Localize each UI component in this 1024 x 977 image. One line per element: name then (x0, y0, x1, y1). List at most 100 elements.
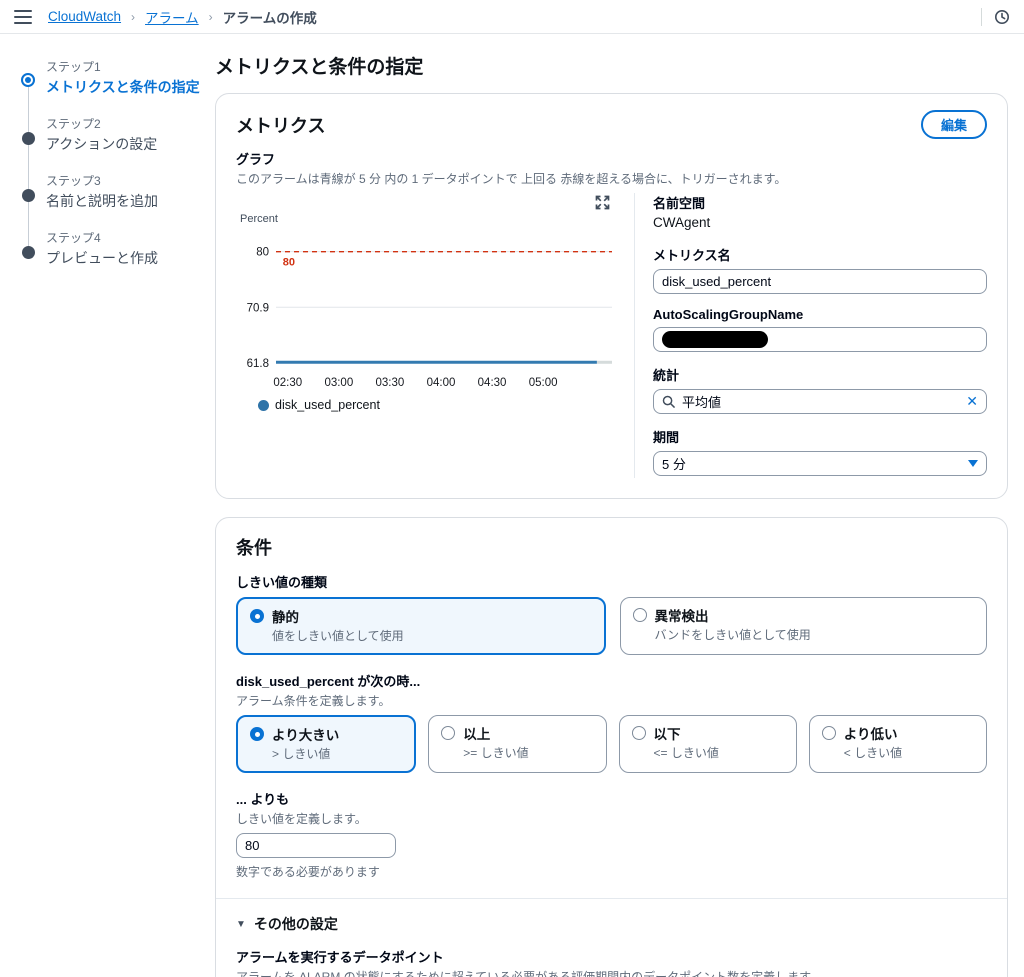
statistic-label: 統計 (653, 365, 987, 384)
period-value: 5 分 (662, 454, 686, 473)
svg-text:05:00: 05:00 (529, 377, 558, 389)
conditions-panel: 条件 しきい値の種類 静的 値をしきい値として使用 異常検出 バンドをしきい値と… (215, 517, 1008, 977)
topbar: CloudWatch › アラーム › アラームの作成 (0, 0, 1024, 34)
redacted-value (662, 331, 768, 348)
svg-text:80: 80 (283, 257, 295, 269)
menu-icon[interactable] (14, 10, 32, 24)
threshold-description: しきい値を定義します。 (236, 810, 987, 827)
additional-settings-toggle[interactable]: ▼ その他の設定 (236, 914, 987, 934)
conditions-panel-title: 条件 (236, 534, 987, 560)
condition-description: アラーム条件を定義します。 (236, 692, 987, 709)
triangle-down-icon: ▼ (236, 919, 246, 930)
chart-unit-label: Percent (240, 213, 620, 225)
step-number: ステップ2 (46, 115, 205, 132)
step-item-2[interactable]: ステップ2 アクションの設定 (22, 115, 205, 154)
svg-text:04:30: 04:30 (478, 377, 507, 389)
step-indicator (22, 189, 35, 202)
metric-name-label: メトリクス名 (653, 245, 987, 264)
dimension-input[interactable] (653, 327, 987, 352)
radio-icon (633, 608, 647, 622)
edit-button[interactable]: 編集 (921, 110, 987, 139)
breadcrumb-link-cloudwatch[interactable]: CloudWatch (48, 9, 121, 24)
metric-name-input[interactable]: disk_used_percent (653, 269, 987, 294)
step-indicator (22, 246, 35, 259)
step-item-4[interactable]: ステップ4 プレビューと作成 (22, 229, 205, 268)
radio-card-description: バンドをしきい値として使用 (655, 626, 975, 643)
radio-card-greater-equal[interactable]: 以上 >= しきい値 (428, 715, 606, 773)
period-label: 期間 (653, 427, 987, 446)
svg-text:04:00: 04:00 (427, 377, 456, 389)
steps-nav: ステップ1 メトリクスと条件の指定 ステップ2 アクションの設定 ステップ3 名… (0, 34, 215, 977)
radio-icon (632, 726, 646, 740)
threshold-helper: 数字である必要があります (236, 863, 987, 880)
radio-card-label: 静的 (272, 606, 299, 626)
radio-card-label: 以下 (654, 723, 681, 743)
radio-card-less-equal[interactable]: 以下 <= しきい値 (619, 715, 797, 773)
graph-label: グラフ (236, 149, 987, 168)
namespace-label: 名前空間 (653, 193, 987, 212)
page-title: メトリクスと条件の指定 (215, 52, 1008, 79)
step-indicator-active (21, 73, 35, 87)
metrics-panel-title: メトリクス (236, 112, 325, 138)
metric-name-value: disk_used_percent (662, 274, 771, 289)
radio-card-label: 以上 (463, 723, 490, 743)
history-clock-icon[interactable] (994, 9, 1010, 25)
threshold-label: ... よりも (236, 789, 987, 808)
radio-card-description: >= しきい値 (463, 744, 593, 761)
steps-rail (28, 74, 29, 250)
legend-label: disk_used_percent (275, 398, 380, 412)
step-label[interactable]: プレビューと作成 (46, 248, 205, 268)
threshold-type-label: しきい値の種類 (236, 572, 987, 591)
statistic-value: 平均値 (682, 392, 959, 411)
datapoints-label: アラームを実行するデータポイント (236, 947, 987, 966)
radio-icon (441, 726, 455, 740)
svg-text:03:00: 03:00 (324, 377, 353, 389)
step-number: ステップ4 (46, 229, 205, 246)
datapoints-description: アラームを ALARM の状態にするために超えている必要がある評価期間内のデータ… (236, 968, 987, 977)
breadcrumb-current: アラームの作成 (223, 7, 317, 27)
step-item-1[interactable]: ステップ1 メトリクスと条件の指定 (22, 58, 205, 97)
radio-icon (822, 726, 836, 740)
svg-text:03:30: 03:30 (376, 377, 405, 389)
radio-card-description: 値をしきい値として使用 (272, 627, 592, 644)
step-label[interactable]: アクションの設定 (46, 134, 205, 154)
threshold-value: 80 (245, 838, 259, 853)
metric-chart: 80 70.9 61.8 80 02:30 03:00 03:30 04:00 04:30 05:… (236, 225, 620, 393)
radio-icon (250, 609, 264, 623)
metrics-panel: メトリクス 編集 グラフ このアラームは青線が 5 分 内の 1 データポイント… (215, 93, 1008, 499)
svg-text:02:30: 02:30 (273, 377, 302, 389)
svg-text:80: 80 (256, 247, 269, 259)
step-label[interactable]: メトリクスと条件の指定 (46, 77, 205, 97)
radio-card-static[interactable]: 静的 値をしきい値として使用 (236, 597, 606, 655)
namespace-value: CWAgent (653, 215, 987, 230)
legend-item[interactable]: disk_used_percent (258, 398, 620, 412)
expand-icon[interactable] (595, 193, 610, 211)
radio-card-label: より大きい (272, 724, 339, 744)
period-select[interactable]: 5 分 (653, 451, 987, 476)
threshold-input[interactable]: 80 (236, 833, 396, 858)
radio-card-greater[interactable]: より大きい > しきい値 (236, 715, 416, 773)
breadcrumb-chevron-icon: › (209, 10, 213, 24)
step-indicator (22, 132, 35, 145)
chevron-down-icon (968, 460, 978, 467)
graph-description: このアラームは青線が 5 分 内の 1 データポイントで 上回る 赤線を超える場… (236, 170, 987, 187)
radio-card-label: 異常検出 (655, 605, 709, 625)
svg-text:70.9: 70.9 (247, 302, 269, 314)
search-icon (662, 395, 675, 408)
breadcrumb-chevron-icon: › (131, 10, 135, 24)
step-label[interactable]: 名前と説明を追加 (46, 191, 205, 211)
breadcrumb-link-alarms[interactable]: アラーム (145, 7, 199, 27)
radio-icon (250, 727, 264, 741)
step-number: ステップ3 (46, 172, 205, 189)
radio-card-less[interactable]: より低い < しきい値 (809, 715, 987, 773)
step-number: ステップ1 (46, 58, 205, 75)
clear-icon[interactable]: ✕ (966, 393, 978, 410)
statistic-input[interactable]: 平均値 ✕ (653, 389, 987, 414)
step-item-3[interactable]: ステップ3 名前と説明を追加 (22, 172, 205, 211)
radio-card-description: < しきい値 (844, 744, 974, 761)
additional-settings-label: その他の設定 (254, 914, 338, 934)
radio-card-description: > しきい値 (272, 745, 402, 762)
radio-card-description: <= しきい値 (654, 744, 784, 761)
svg-text:61.8: 61.8 (247, 358, 269, 370)
radio-card-anomaly[interactable]: 異常検出 バンドをしきい値として使用 (620, 597, 988, 655)
